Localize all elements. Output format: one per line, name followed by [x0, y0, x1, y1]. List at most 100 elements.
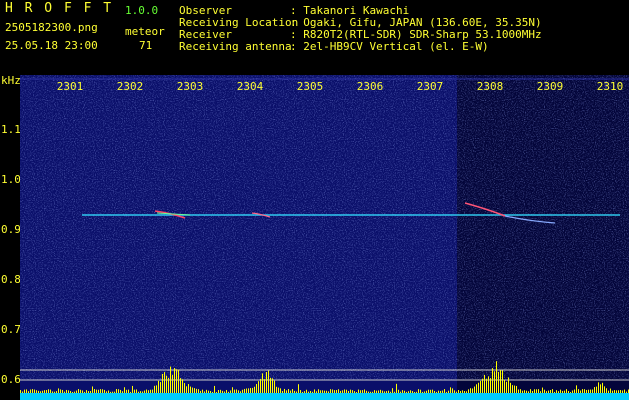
- signal-bar: [278, 387, 279, 393]
- signal-bar: [244, 388, 245, 393]
- signal-bar: [20, 390, 21, 393]
- signal-bar: [588, 389, 589, 393]
- signal-bar: [300, 390, 301, 393]
- signal-bar: [262, 373, 263, 393]
- signal-bar: [600, 384, 601, 393]
- time-tick-label: 2309: [537, 80, 564, 93]
- signal-bar: [394, 391, 395, 393]
- signal-bar: [88, 391, 89, 393]
- signal-bar: [100, 389, 101, 393]
- signal-bar: [252, 387, 253, 393]
- signal-bar: [470, 388, 471, 393]
- signal-bar: [378, 390, 379, 393]
- signal-bar: [82, 390, 83, 393]
- signal-bar: [284, 388, 285, 393]
- signal-bar: [206, 389, 207, 393]
- time-tick-label: 2306: [357, 80, 384, 93]
- signal-bar: [328, 391, 329, 393]
- signal-bar: [232, 387, 233, 393]
- signal-bar: [40, 391, 41, 393]
- time-tick-label: 2303: [177, 80, 204, 93]
- signal-bar: [336, 390, 337, 393]
- signal-bar: [392, 388, 393, 393]
- signal-bar: [74, 391, 75, 393]
- signal-bar: [332, 389, 333, 393]
- signal-bar: [298, 384, 299, 393]
- signal-bar: [286, 390, 287, 393]
- signal-bar: [156, 385, 157, 393]
- signal-bar: [592, 389, 593, 393]
- signal-bar: [550, 389, 551, 393]
- signal-bar: [562, 390, 563, 393]
- signal-bar: [348, 390, 349, 393]
- signal-bar: [26, 389, 27, 393]
- signal-bar: [180, 378, 181, 393]
- signal-bar: [584, 389, 585, 393]
- time-tick-label: 2308: [477, 80, 504, 93]
- signal-bar: [312, 391, 313, 393]
- signal-bar: [174, 368, 175, 393]
- signal-bar: [512, 385, 513, 393]
- signal-bar: [330, 389, 331, 393]
- signal-bar: [400, 391, 401, 393]
- signal-bar: [524, 390, 525, 393]
- signal-bar: [32, 389, 33, 393]
- signal-bar: [50, 389, 51, 393]
- signal-bar: [546, 391, 547, 393]
- signal-bar: [226, 389, 227, 393]
- signal-bar: [134, 389, 135, 393]
- signal-bar: [258, 381, 259, 393]
- freq-tick-label: 0.9: [1, 223, 20, 236]
- signal-bar: [454, 390, 455, 393]
- signal-bar: [266, 372, 267, 393]
- signal-bar: [304, 391, 305, 393]
- signal-bar: [308, 391, 309, 393]
- signal-bar: [196, 388, 197, 393]
- signal-bar: [248, 388, 249, 393]
- signal-bar: [56, 391, 57, 393]
- signal-bar: [306, 389, 307, 393]
- signal-bar: [80, 389, 81, 393]
- spectrogram-waterfall: 2301 2302 2303 2304 2305 2306 2307 2308 2309 2310: [20, 75, 629, 400]
- signal-bar: [596, 386, 597, 393]
- freq-tick-label: 0.6: [1, 373, 20, 386]
- signal-bar: [122, 391, 123, 393]
- signal-bar: [360, 390, 361, 393]
- signal-bar: [500, 370, 501, 393]
- signal-bar: [624, 389, 625, 393]
- signal-bar: [34, 389, 35, 393]
- signal-bar: [220, 389, 221, 393]
- signal-bar: [376, 390, 377, 393]
- signal-bar: [482, 378, 483, 393]
- signal-bar: [172, 374, 173, 393]
- info-value-antenna: : 2el-HB9CV Vertical (el. E-W): [290, 40, 489, 53]
- signal-bar: [294, 390, 295, 393]
- file-datetime: 25.05.18 23:00: [5, 39, 98, 52]
- signal-bar: [388, 390, 389, 393]
- signal-bar: [256, 384, 257, 393]
- signal-bar: [522, 390, 523, 393]
- signal-bar: [344, 389, 345, 393]
- freq-tick-label: 1.1: [1, 123, 20, 136]
- signal-bar: [200, 390, 201, 393]
- signal-bar: [44, 390, 45, 393]
- signal-bar: [436, 391, 437, 393]
- app-title: H R O F F T: [5, 1, 114, 16]
- signal-bar: [296, 391, 297, 393]
- signal-bar: [352, 390, 353, 393]
- signal-bar: [66, 389, 67, 393]
- signal-bar: [440, 390, 441, 393]
- signal-bar: [416, 391, 417, 393]
- signal-bar: [552, 389, 553, 393]
- signal-bar: [320, 390, 321, 393]
- signal-bar: [406, 391, 407, 393]
- signal-bar: [140, 391, 141, 393]
- signal-bar: [24, 389, 25, 393]
- signal-bar: [534, 389, 535, 393]
- signal-bar: [412, 391, 413, 393]
- signal-bar: [466, 391, 467, 393]
- signal-bar: [484, 374, 485, 393]
- signal-bar: [208, 390, 209, 393]
- signal-bar: [572, 390, 573, 393]
- signal-bar: [106, 391, 107, 393]
